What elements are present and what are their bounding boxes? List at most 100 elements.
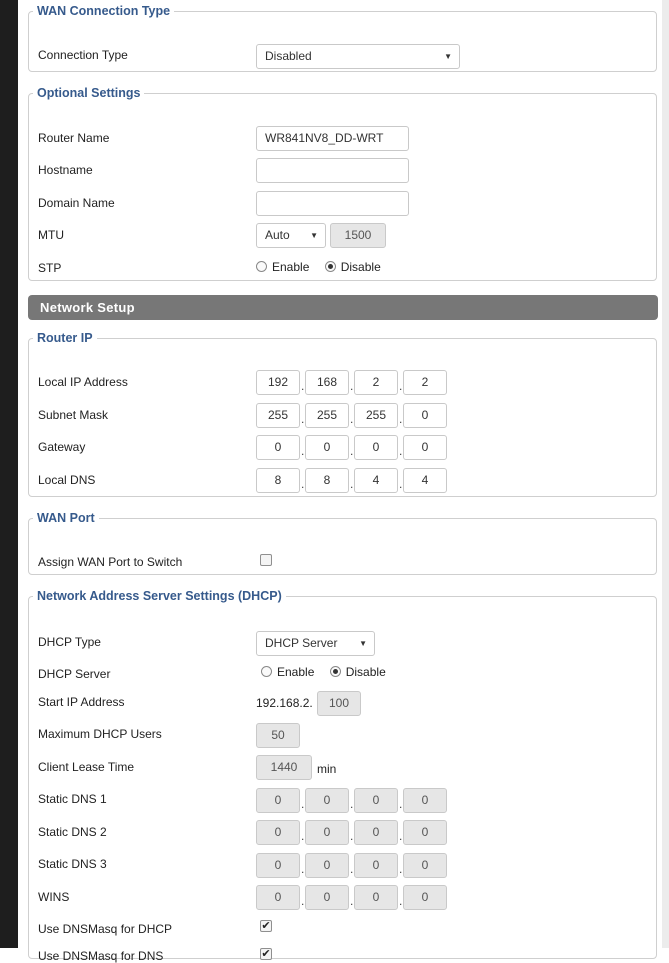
gateway-octet-3[interactable]: 0	[354, 435, 398, 460]
subnet-mask-octet-3[interactable]: 255	[354, 403, 398, 428]
subnet-mask-octet-4[interactable]: 0	[403, 403, 447, 428]
left-edge-bar	[0, 0, 18, 948]
octet-separator: .	[350, 894, 354, 908]
octet-separator: .	[301, 444, 305, 458]
static-dns-1-octet-2[interactable]: 0	[305, 788, 349, 813]
local-dns-octet-4[interactable]: 4	[403, 468, 447, 493]
domain-name-label: Domain Name	[38, 196, 115, 210]
subnet-mask-octet-1[interactable]: 255	[256, 403, 300, 428]
hostname-label: Hostname	[38, 163, 93, 177]
dnsmasq-dns-checkbox[interactable]: ✔	[260, 948, 272, 960]
static-dns-2-octet-1[interactable]: 0	[256, 820, 300, 845]
gateway-label: Gateway	[38, 440, 86, 454]
static-dns-2-octet-4[interactable]: 0	[403, 820, 447, 845]
dhcp-server-enable-label: Enable	[277, 665, 315, 679]
octet-separator: .	[399, 412, 403, 426]
subnet-mask-octet-2[interactable]: 255	[305, 403, 349, 428]
stp-radio-group: Enable Disable	[256, 260, 381, 274]
dhcp-type-select[interactable]: DHCP Server ▼	[256, 631, 375, 656]
wins-octet-2[interactable]: 0	[305, 885, 349, 910]
router-name-input[interactable]: WR841NV8_DD-WRT	[256, 126, 409, 151]
max-dhcp-users-input[interactable]: 50	[256, 723, 300, 748]
octet-separator: .	[301, 477, 305, 491]
octet-separator: .	[301, 894, 305, 908]
mtu-label: MTU	[38, 228, 64, 242]
local-dns-octet-1[interactable]: 8	[256, 468, 300, 493]
octet-separator: .	[350, 379, 354, 393]
local-dns-octet-2[interactable]: 8	[305, 468, 349, 493]
static-dns-1-octet-3[interactable]: 0	[354, 788, 398, 813]
static-dns-1-octet-4[interactable]: 0	[403, 788, 447, 813]
client-lease-time-label: Client Lease Time	[38, 760, 135, 774]
section-legend: Router IP	[37, 331, 93, 345]
octet-separator: .	[399, 379, 403, 393]
dnsmasq-dhcp-label: Use DNSMasq for DHCP	[38, 922, 173, 936]
stp-label: STP	[38, 261, 62, 275]
scrollbar-track[interactable]	[662, 0, 669, 948]
local-ip-octet-3[interactable]: 2	[354, 370, 398, 395]
dhcp-server-disable-radio[interactable]	[329, 666, 341, 677]
static-dns-3-octet-4[interactable]: 0	[403, 853, 447, 878]
dnsmasq-dhcp-checkbox[interactable]: ✔	[260, 920, 272, 932]
wan-connection-type-section: WAN Connection Type Connection Type Disa…	[28, 4, 657, 72]
stp-enable-label: Enable	[272, 260, 310, 274]
mtu-value-input[interactable]: 1500	[330, 223, 386, 248]
stp-enable-radio[interactable]	[256, 261, 267, 272]
dhcp-type-value: DHCP Server	[265, 636, 338, 650]
local-ip-octet-1[interactable]: 192	[256, 370, 300, 395]
gateway-octet-4[interactable]: 0	[403, 435, 447, 460]
wins-octet-1[interactable]: 0	[256, 885, 300, 910]
wins-octet-4[interactable]: 0	[403, 885, 447, 910]
octet-separator: .	[399, 894, 403, 908]
octet-separator: .	[301, 412, 305, 426]
domain-name-input[interactable]	[256, 191, 409, 216]
max-dhcp-users-label: Maximum DHCP Users	[38, 727, 162, 741]
client-lease-time-input[interactable]: 1440	[256, 755, 312, 780]
connection-type-select[interactable]: Disabled ▼	[256, 44, 460, 69]
gateway-octet-1[interactable]: 0	[256, 435, 300, 460]
chevron-down-icon: ▼	[310, 231, 318, 240]
section-legend: WAN Connection Type	[37, 4, 171, 18]
octet-separator: .	[350, 444, 354, 458]
section-legend: Optional Settings	[37, 86, 141, 100]
octet-separator: .	[301, 797, 305, 811]
chevron-down-icon: ▼	[444, 52, 452, 61]
router-ip-section: Router IP Local IP Address 192 . 168 . 2…	[28, 331, 657, 497]
local-ip-octet-4[interactable]: 2	[403, 370, 447, 395]
octet-separator: .	[301, 379, 305, 393]
chevron-down-icon: ▼	[359, 639, 367, 648]
dhcp-section: Network Address Server Settings (DHCP) D…	[28, 589, 657, 963]
dhcp-server-enable-radio[interactable]	[261, 666, 272, 677]
dhcp-server-label: DHCP Server	[38, 667, 111, 681]
static-dns-2-octet-2[interactable]: 0	[305, 820, 349, 845]
local-dns-octet-3[interactable]: 4	[354, 468, 398, 493]
start-ip-label: Start IP Address	[38, 695, 125, 709]
hostname-input[interactable]	[256, 158, 409, 183]
local-dns-label: Local DNS	[38, 473, 96, 487]
dnsmasq-dns-label: Use DNSMasq for DNS	[38, 949, 164, 963]
static-dns-3-octet-1[interactable]: 0	[256, 853, 300, 878]
wan-port-section: WAN Port Assign WAN Port to Switch	[28, 511, 657, 575]
octet-separator: .	[399, 477, 403, 491]
octet-separator: .	[350, 797, 354, 811]
dhcp-server-radio-group: Enable Disable	[261, 665, 386, 679]
static-dns-2-octet-3[interactable]: 0	[354, 820, 398, 845]
static-dns-3-octet-3[interactable]: 0	[354, 853, 398, 878]
octet-separator: .	[301, 862, 305, 876]
dhcp-server-disable-label: Disable	[345, 665, 386, 679]
local-ip-label: Local IP Address	[38, 375, 128, 389]
local-ip-octet-2[interactable]: 168	[305, 370, 349, 395]
octet-separator: .	[301, 829, 305, 843]
octet-separator: .	[399, 797, 403, 811]
assign-wan-port-checkbox[interactable]	[260, 554, 272, 566]
gateway-octet-2[interactable]: 0	[305, 435, 349, 460]
lease-unit: min	[317, 762, 337, 776]
octet-separator: .	[399, 829, 403, 843]
stp-disable-radio[interactable]	[324, 261, 336, 272]
mtu-mode-select[interactable]: Auto ▼	[256, 223, 326, 248]
wins-octet-3[interactable]: 0	[354, 885, 398, 910]
start-ip-prefix: 192.168.2.	[256, 696, 313, 710]
start-ip-last-octet[interactable]: 100	[317, 691, 361, 716]
static-dns-1-octet-1[interactable]: 0	[256, 788, 300, 813]
static-dns-3-octet-2[interactable]: 0	[305, 853, 349, 878]
